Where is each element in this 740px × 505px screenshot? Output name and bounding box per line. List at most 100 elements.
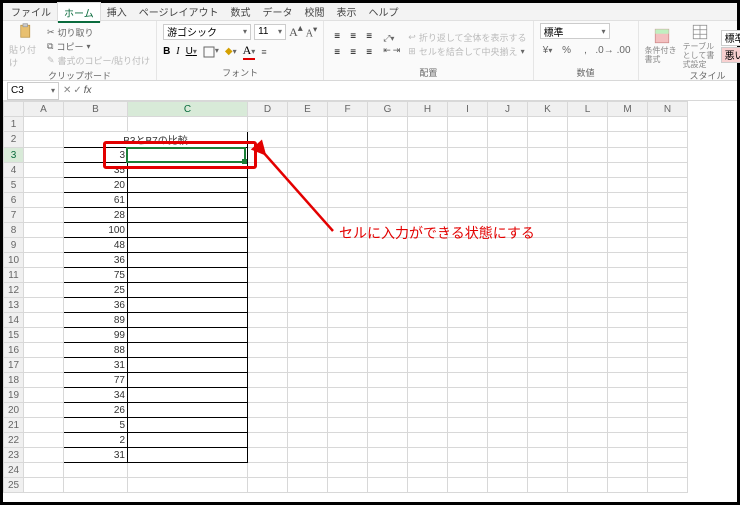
cell-B12[interactable]: 25 <box>64 283 128 298</box>
cell-M16[interactable] <box>608 343 648 358</box>
cell-K1[interactable] <box>528 117 568 132</box>
cell-C6[interactable] <box>128 193 248 208</box>
cell-E4[interactable] <box>288 163 328 178</box>
cell-I23[interactable] <box>448 448 488 463</box>
cell-N14[interactable] <box>648 313 688 328</box>
cell-A21[interactable] <box>24 418 64 433</box>
border-button[interactable] <box>203 46 219 58</box>
cell-J6[interactable] <box>488 193 528 208</box>
cell-D16[interactable] <box>248 343 288 358</box>
wrap-text-button[interactable]: ↩折り返して全体を表示する <box>408 31 526 44</box>
cell-D9[interactable] <box>248 238 288 253</box>
comma-button[interactable]: , <box>578 42 594 58</box>
cell-B21[interactable]: 5 <box>64 418 128 433</box>
cell-K18[interactable] <box>528 373 568 388</box>
cell-B13[interactable]: 36 <box>64 298 128 313</box>
cell-M5[interactable] <box>608 178 648 193</box>
cell-F7[interactable] <box>328 208 368 223</box>
row-header-19[interactable]: 19 <box>4 388 24 403</box>
cell-A5[interactable] <box>24 178 64 193</box>
cell-H5[interactable] <box>408 178 448 193</box>
row-header-13[interactable]: 13 <box>4 298 24 313</box>
cell-L9[interactable] <box>568 238 608 253</box>
cell-B19[interactable]: 34 <box>64 388 128 403</box>
cell-F4[interactable] <box>328 163 368 178</box>
cell-B24[interactable] <box>64 463 128 478</box>
cell-G13[interactable] <box>368 298 408 313</box>
cell-style-normal[interactable]: 標準 <box>721 30 740 46</box>
cell-B22[interactable]: 2 <box>64 433 128 448</box>
cell-J25[interactable] <box>488 478 528 493</box>
row-header-18[interactable]: 18 <box>4 373 24 388</box>
cell-G3[interactable] <box>368 148 408 163</box>
cell-D21[interactable] <box>248 418 288 433</box>
cell-style-bad[interactable]: 悪い <box>721 47 740 63</box>
cell-D12[interactable] <box>248 283 288 298</box>
cell-N4[interactable] <box>648 163 688 178</box>
col-header-M[interactable]: M <box>608 102 648 117</box>
cell-A1[interactable] <box>24 117 64 132</box>
cell-J10[interactable] <box>488 253 528 268</box>
col-header-H[interactable]: H <box>408 102 448 117</box>
cell-N11[interactable] <box>648 268 688 283</box>
cell-F20[interactable] <box>328 403 368 418</box>
cell-F13[interactable] <box>328 298 368 313</box>
cell-C12[interactable] <box>128 283 248 298</box>
cell-G17[interactable] <box>368 358 408 373</box>
cell-D5[interactable] <box>248 178 288 193</box>
cell-E2[interactable] <box>288 132 328 148</box>
cell-K15[interactable] <box>528 328 568 343</box>
cell-N22[interactable] <box>648 433 688 448</box>
cell-H18[interactable] <box>408 373 448 388</box>
italic-button[interactable]: I <box>176 46 179 57</box>
col-header-A[interactable]: A <box>24 102 64 117</box>
col-header-J[interactable]: J <box>488 102 528 117</box>
cell-J22[interactable] <box>488 433 528 448</box>
cell-F2[interactable] <box>328 132 368 148</box>
cell-C18[interactable] <box>128 373 248 388</box>
cell-I9[interactable] <box>448 238 488 253</box>
cell-K12[interactable] <box>528 283 568 298</box>
cell-N21[interactable] <box>648 418 688 433</box>
cell-K7[interactable] <box>528 208 568 223</box>
cell-N10[interactable] <box>648 253 688 268</box>
cell-A2[interactable] <box>24 132 64 148</box>
cell-M24[interactable] <box>608 463 648 478</box>
cell-C14[interactable] <box>128 313 248 328</box>
cell-F23[interactable] <box>328 448 368 463</box>
col-header-D[interactable]: D <box>248 102 288 117</box>
cell-H10[interactable] <box>408 253 448 268</box>
cell-N17[interactable] <box>648 358 688 373</box>
cell-F12[interactable] <box>328 283 368 298</box>
cell-H23[interactable] <box>408 448 448 463</box>
row-header-21[interactable]: 21 <box>4 418 24 433</box>
cell-I3[interactable] <box>448 148 488 163</box>
cell-J3[interactable] <box>488 148 528 163</box>
cell-L10[interactable] <box>568 253 608 268</box>
cell-M1[interactable] <box>608 117 648 132</box>
row-header-16[interactable]: 16 <box>4 343 24 358</box>
cell-C17[interactable] <box>128 358 248 373</box>
cell-L23[interactable] <box>568 448 608 463</box>
cell-J14[interactable] <box>488 313 528 328</box>
cell-F8[interactable] <box>328 223 368 238</box>
cell-I11[interactable] <box>448 268 488 283</box>
cell-C21[interactable] <box>128 418 248 433</box>
percent-button[interactable]: % <box>559 42 575 58</box>
cell-G4[interactable] <box>368 163 408 178</box>
cell-C24[interactable] <box>128 463 248 478</box>
format-painter-button[interactable]: ✎書式のコピー/貼り付け <box>47 54 150 67</box>
cell-L19[interactable] <box>568 388 608 403</box>
cell-D1[interactable] <box>248 117 288 132</box>
cell-C25[interactable] <box>128 478 248 493</box>
cell-H2[interactable] <box>408 132 448 148</box>
cell-M7[interactable] <box>608 208 648 223</box>
cell-G21[interactable] <box>368 418 408 433</box>
row-header-10[interactable]: 10 <box>4 253 24 268</box>
cell-F3[interactable] <box>328 148 368 163</box>
cell-B11[interactable]: 75 <box>64 268 128 283</box>
cell-M12[interactable] <box>608 283 648 298</box>
cell-E13[interactable] <box>288 298 328 313</box>
cell-G1[interactable] <box>368 117 408 132</box>
tab-view[interactable]: 表示 <box>331 2 363 21</box>
